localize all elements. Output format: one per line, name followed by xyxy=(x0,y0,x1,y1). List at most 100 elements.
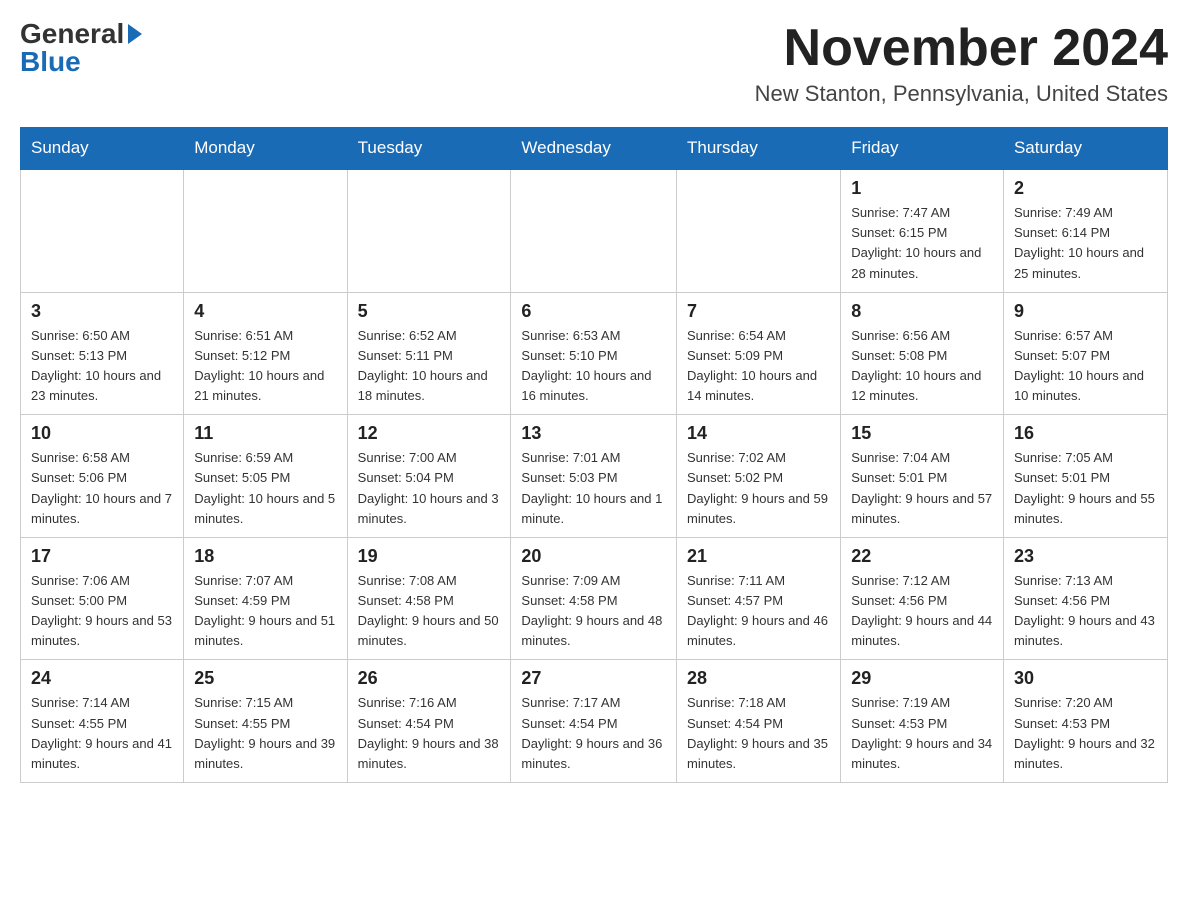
day-number: 26 xyxy=(358,668,501,689)
page-header: General Blue November 2024 New Stanton, … xyxy=(20,20,1168,107)
calendar-cell: 29 Sunrise: 7:19 AMSunset: 4:53 PMDayligh… xyxy=(841,660,1004,783)
day-number: 27 xyxy=(521,668,666,689)
title-block: November 2024 New Stanton, Pennsylvania,… xyxy=(755,20,1168,107)
day-number: 15 xyxy=(851,423,993,444)
logo: General Blue xyxy=(20,20,142,76)
calendar-cell: 7Sunrise: 6:54 AMSunset: 5:09 PMDaylight… xyxy=(677,292,841,415)
day-info: Sunrise: 6:56 AMSunset: 5:08 PMDaylight:… xyxy=(851,326,993,407)
day-info: Sunrise: 7:09 AMSunset: 4:58 PMDaylight:… xyxy=(521,571,666,652)
calendar-week-row: 10Sunrise: 6:58 AMSunset: 5:06 PMDayligh… xyxy=(21,415,1168,538)
calendar-cell xyxy=(677,169,841,292)
day-info: Sunrise: 6:57 AMSunset: 5:07 PMDaylight:… xyxy=(1014,326,1157,407)
calendar-cell: 24 Sunrise: 7:14 AMSunset: 4:55 PMDayligh… xyxy=(21,660,184,783)
calendar-week-row: 1 Sunrise: 7:47 AMSunset: 6:15 PMDaylight… xyxy=(21,169,1168,292)
day-info: Sunrise: 6:52 AMSunset: 5:11 PMDaylight:… xyxy=(358,326,501,407)
calendar-cell: 4 Sunrise: 6:51 AMSunset: 5:12 PMDaylight… xyxy=(184,292,347,415)
col-thursday: Thursday xyxy=(677,128,841,170)
col-monday: Monday xyxy=(184,128,347,170)
logo-general-text: General xyxy=(20,20,124,48)
calendar-cell: 25Sunrise: 7:15 AMSunset: 4:55 PMDayligh… xyxy=(184,660,347,783)
day-info: Sunrise: 7:05 AMSunset: 5:01 PMDaylight:… xyxy=(1014,448,1157,529)
calendar-cell: 28 Sunrise: 7:18 AMSunset: 4:54 PMDayligh… xyxy=(677,660,841,783)
calendar-cell: 9Sunrise: 6:57 AMSunset: 5:07 PMDaylight… xyxy=(1003,292,1167,415)
calendar-week-row: 24 Sunrise: 7:14 AMSunset: 4:55 PMDayligh… xyxy=(21,660,1168,783)
logo-blue-text: Blue xyxy=(20,48,81,76)
day-number: 16 xyxy=(1014,423,1157,444)
day-info: Sunrise: 7:04 AMSunset: 5:01 PMDaylight:… xyxy=(851,448,993,529)
calendar-cell: 12Sunrise: 7:00 AMSunset: 5:04 PMDayligh… xyxy=(347,415,511,538)
day-number: 14 xyxy=(687,423,830,444)
day-info: Sunrise: 7:06 AMSunset: 5:00 PMDaylight:… xyxy=(31,571,173,652)
calendar-cell: 19Sunrise: 7:08 AMSunset: 4:58 PMDayligh… xyxy=(347,537,511,660)
logo-arrow-icon xyxy=(128,24,142,44)
day-info: Sunrise: 6:50 AMSunset: 5:13 PMDaylight:… xyxy=(31,326,173,407)
day-number: 17 xyxy=(31,546,173,567)
day-number: 11 xyxy=(194,423,336,444)
day-number: 12 xyxy=(358,423,501,444)
day-number: 28 xyxy=(687,668,830,689)
day-info: Sunrise: 6:58 AMSunset: 5:06 PMDaylight:… xyxy=(31,448,173,529)
calendar-cell: 27 Sunrise: 7:17 AMSunset: 4:54 PMDayligh… xyxy=(511,660,677,783)
col-tuesday: Tuesday xyxy=(347,128,511,170)
calendar-cell: 18 Sunrise: 7:07 AMSunset: 4:59 PMDayligh… xyxy=(184,537,347,660)
day-number: 1 xyxy=(851,178,993,199)
day-info: Sunrise: 7:16 AMSunset: 4:54 PMDaylight:… xyxy=(358,693,501,774)
day-number: 8 xyxy=(851,301,993,322)
day-info: Sunrise: 7:01 AMSunset: 5:03 PMDaylight:… xyxy=(521,448,666,529)
calendar-header-row: Sunday Monday Tuesday Wednesday Thursday… xyxy=(21,128,1168,170)
calendar-cell: 5 Sunrise: 6:52 AMSunset: 5:11 PMDaylight… xyxy=(347,292,511,415)
day-number: 22 xyxy=(851,546,993,567)
calendar-cell: 26 Sunrise: 7:16 AMSunset: 4:54 PMDayligh… xyxy=(347,660,511,783)
col-friday: Friday xyxy=(841,128,1004,170)
day-number: 24 xyxy=(31,668,173,689)
calendar-cell: 14 Sunrise: 7:02 AMSunset: 5:02 PMDayligh… xyxy=(677,415,841,538)
day-number: 29 xyxy=(851,668,993,689)
location-subtitle: New Stanton, Pennsylvania, United States xyxy=(755,81,1168,107)
calendar-cell: 30Sunrise: 7:20 AMSunset: 4:53 PMDayligh… xyxy=(1003,660,1167,783)
calendar-week-row: 3 Sunrise: 6:50 AMSunset: 5:13 PMDaylight… xyxy=(21,292,1168,415)
day-info: Sunrise: 7:14 AMSunset: 4:55 PMDaylight:… xyxy=(31,693,173,774)
calendar-cell: 20 Sunrise: 7:09 AMSunset: 4:58 PMDayligh… xyxy=(511,537,677,660)
day-number: 2 xyxy=(1014,178,1157,199)
day-number: 4 xyxy=(194,301,336,322)
calendar-cell xyxy=(347,169,511,292)
day-info: Sunrise: 7:12 AMSunset: 4:56 PMDaylight:… xyxy=(851,571,993,652)
day-info: Sunrise: 7:19 AMSunset: 4:53 PMDaylight:… xyxy=(851,693,993,774)
day-info: Sunrise: 7:07 AMSunset: 4:59 PMDaylight:… xyxy=(194,571,336,652)
calendar-cell xyxy=(184,169,347,292)
day-info: Sunrise: 7:13 AMSunset: 4:56 PMDaylight:… xyxy=(1014,571,1157,652)
day-info: Sunrise: 7:02 AMSunset: 5:02 PMDaylight:… xyxy=(687,448,830,529)
day-info: Sunrise: 7:47 AMSunset: 6:15 PMDaylight:… xyxy=(851,203,993,284)
day-info: Sunrise: 6:54 AMSunset: 5:09 PMDaylight:… xyxy=(687,326,830,407)
day-number: 21 xyxy=(687,546,830,567)
day-info: Sunrise: 7:08 AMSunset: 4:58 PMDaylight:… xyxy=(358,571,501,652)
calendar-cell xyxy=(21,169,184,292)
day-number: 23 xyxy=(1014,546,1157,567)
day-info: Sunrise: 7:20 AMSunset: 4:53 PMDaylight:… xyxy=(1014,693,1157,774)
month-year-title: November 2024 xyxy=(755,20,1168,77)
day-number: 5 xyxy=(358,301,501,322)
day-info: Sunrise: 7:18 AMSunset: 4:54 PMDaylight:… xyxy=(687,693,830,774)
day-number: 20 xyxy=(521,546,666,567)
calendar-cell: 15 Sunrise: 7:04 AMSunset: 5:01 PMDayligh… xyxy=(841,415,1004,538)
day-info: Sunrise: 7:17 AMSunset: 4:54 PMDaylight:… xyxy=(521,693,666,774)
calendar-cell: 11Sunrise: 6:59 AMSunset: 5:05 PMDayligh… xyxy=(184,415,347,538)
day-number: 6 xyxy=(521,301,666,322)
calendar-cell: 17 Sunrise: 7:06 AMSunset: 5:00 PMDayligh… xyxy=(21,537,184,660)
col-sunday: Sunday xyxy=(21,128,184,170)
calendar-cell: 8 Sunrise: 6:56 AMSunset: 5:08 PMDaylight… xyxy=(841,292,1004,415)
calendar-cell: 10Sunrise: 6:58 AMSunset: 5:06 PMDayligh… xyxy=(21,415,184,538)
col-wednesday: Wednesday xyxy=(511,128,677,170)
day-info: Sunrise: 6:51 AMSunset: 5:12 PMDaylight:… xyxy=(194,326,336,407)
day-number: 3 xyxy=(31,301,173,322)
calendar-cell: 2Sunrise: 7:49 AMSunset: 6:14 PMDaylight… xyxy=(1003,169,1167,292)
calendar-table: Sunday Monday Tuesday Wednesday Thursday… xyxy=(20,127,1168,783)
calendar-cell: 21 Sunrise: 7:11 AMSunset: 4:57 PMDayligh… xyxy=(677,537,841,660)
calendar-week-row: 17 Sunrise: 7:06 AMSunset: 5:00 PMDayligh… xyxy=(21,537,1168,660)
calendar-cell: 23 Sunrise: 7:13 AMSunset: 4:56 PMDayligh… xyxy=(1003,537,1167,660)
day-info: Sunrise: 6:53 AMSunset: 5:10 PMDaylight:… xyxy=(521,326,666,407)
day-number: 18 xyxy=(194,546,336,567)
day-info: Sunrise: 7:15 AMSunset: 4:55 PMDaylight:… xyxy=(194,693,336,774)
day-info: Sunrise: 7:11 AMSunset: 4:57 PMDaylight:… xyxy=(687,571,830,652)
calendar-cell: 6 Sunrise: 6:53 AMSunset: 5:10 PMDaylight… xyxy=(511,292,677,415)
